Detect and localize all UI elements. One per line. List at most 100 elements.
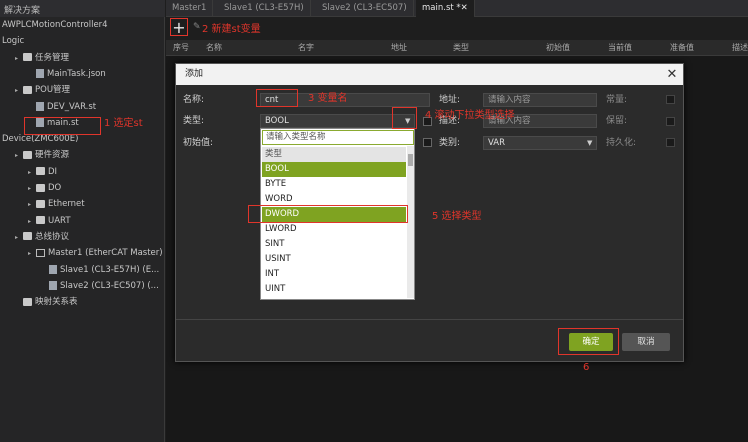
retain-label: 保留: <box>606 116 628 126</box>
category-checkbox[interactable] <box>423 138 432 147</box>
tree-item[interactable]: DEV_VAR.st <box>0 99 96 115</box>
tree-item-label: 总线协议 <box>35 231 70 242</box>
tree-item[interactable]: ▸ UART <box>0 213 71 229</box>
tree-item-label: UART <box>48 215 71 226</box>
tree-item-label: DI <box>48 166 58 177</box>
chevron-right-icon[interactable]: ▸ <box>28 165 36 181</box>
tree-item[interactable]: ▸ POU管理 <box>0 82 70 98</box>
chevron-right-icon[interactable]: ▸ <box>28 181 36 197</box>
annotation-5: 5 选择类型 <box>432 211 482 222</box>
dropdown-option-int[interactable]: INT <box>262 267 406 282</box>
tab-slave2[interactable]: Slave2 (CL3-EC507) <box>316 0 414 17</box>
folder-icon <box>23 85 32 94</box>
tree-item[interactable]: ▸ DO <box>0 180 61 196</box>
chevron-right-icon[interactable]: ▸ <box>15 148 23 164</box>
annotation-box-dropdown <box>392 107 417 129</box>
tree-item[interactable]: Slave1 (CL3-E57H) (E... <box>0 262 159 278</box>
dialog-divider <box>176 319 683 320</box>
folder-icon <box>23 53 32 62</box>
column-header: 地址 <box>391 43 407 52</box>
annotation-box-main-st <box>24 117 101 135</box>
folder-icon <box>36 167 45 176</box>
const-checkbox[interactable] <box>666 95 675 104</box>
variable-table-header: 序号 名称 名字 地址 类型 初始值 当前值 准备值 描述 <box>166 40 748 56</box>
column-header: 当前值 <box>608 43 632 52</box>
tree-item-label: Ethernet <box>48 199 85 210</box>
tree-item[interactable]: Slave2 (CL3-EC507) (... <box>0 278 159 294</box>
tree-item[interactable]: MainTask.json <box>0 66 106 82</box>
folder-icon <box>36 199 45 208</box>
dropdown-option-sint[interactable]: SINT <box>262 237 406 252</box>
tree-item-label: DO <box>48 183 62 193</box>
dropdown-option-usint[interactable]: USINT <box>262 252 406 267</box>
tree-item[interactable]: ▸ Master1 (EtherCAT Master) <box>0 245 163 261</box>
tree-item-label: AWPLCMotionController4 <box>2 20 108 30</box>
category-select[interactable]: VAR <box>483 136 597 150</box>
dropdown-option-bool[interactable]: BOOL <box>262 162 406 177</box>
tree-item[interactable]: 映射关系表 <box>0 294 78 310</box>
folder-icon <box>36 183 45 192</box>
scrollbar-thumb[interactable] <box>408 154 413 166</box>
tab-slave1[interactable]: Slave1 (CL3-E57H) <box>218 0 311 17</box>
tree-item[interactable]: ▸ 硬件资源 <box>0 147 69 163</box>
folder-icon <box>36 248 45 257</box>
tree-item-label: MainTask.json <box>47 68 106 79</box>
file-icon <box>49 264 57 274</box>
dropdown-option-lword[interactable]: LWORD <box>262 222 406 237</box>
editor-tabs: Master1 Slave1 (CL3-E57H) Slave2 (CL3-EC… <box>166 0 748 17</box>
chevron-right-icon[interactable]: ▸ <box>28 197 36 213</box>
tree-item-label: Device(ZMC600E) <box>2 134 79 145</box>
tree-item-label: DEV_VAR.st <box>47 101 97 112</box>
column-header: 名字 <box>298 43 314 52</box>
tree-item[interactable]: ▸ 总线协议 <box>0 229 69 245</box>
tree-item[interactable]: ▸ DI <box>0 164 57 180</box>
column-header: 初始值 <box>546 43 570 52</box>
tab-main-st[interactable]: main.st *✕ <box>416 0 475 17</box>
solution-explorer: 解决方案 AWPLCMotionController4 Logic ▸ 任务管理 Mai… <box>0 0 165 442</box>
tree-item[interactable]: ▸ 任务管理 <box>0 50 69 66</box>
annotation-3: 3 变量名 <box>308 93 348 104</box>
chevron-down-icon[interactable]: ▼ <box>587 136 597 150</box>
chevron-right-icon[interactable]: ▸ <box>28 214 36 230</box>
tree-item-label: POU管理 <box>35 85 71 96</box>
chevron-right-icon[interactable]: ▸ <box>15 51 23 67</box>
folder-icon <box>23 150 32 159</box>
tree-item[interactable]: ▸ Ethernet <box>0 196 85 212</box>
dialog-title: 添加 <box>176 64 683 85</box>
type-search-input[interactable]: 请输入类型名称 <box>262 130 414 145</box>
tab-master1[interactable]: Master1 <box>166 0 214 17</box>
address-input[interactable]: 请输入内容 <box>483 93 597 107</box>
chevron-right-icon[interactable]: ▸ <box>15 83 23 99</box>
tree-item-label: Slave2 (CL3-EC507) (... <box>60 280 159 291</box>
chevron-right-icon[interactable]: ▸ <box>28 246 36 262</box>
tree-item-label: 映射关系表 <box>35 297 78 308</box>
column-header: 名称 <box>206 43 222 52</box>
dropdown-option-byte[interactable]: BYTE <box>262 177 406 192</box>
tree-item-label: Master1 (EtherCAT Master) <box>48 248 163 259</box>
const-label: 常量: <box>606 95 628 105</box>
tree-item-label: Logic <box>2 36 25 47</box>
folder-icon <box>23 297 32 306</box>
dropdown-option-uint[interactable]: UINT <box>262 282 406 297</box>
tree-item[interactable]: Logic <box>0 33 24 49</box>
tree-item-label: 任务管理 <box>35 52 70 63</box>
persist-label: 持久化: <box>606 138 637 148</box>
tree-item[interactable]: AWPLCMotionController4 <box>0 17 108 33</box>
file-icon <box>36 101 44 111</box>
cancel-button[interactable]: 取消 <box>622 333 670 351</box>
column-header: 序号 <box>173 43 189 52</box>
annotation-box-name <box>256 89 298 107</box>
dropdown-scrollbar[interactable] <box>407 146 414 298</box>
tree-item-label: Slave1 (CL3-E57H) (E... <box>60 264 160 275</box>
column-header: 类型 <box>453 43 469 52</box>
type-label: 类型: <box>183 116 205 126</box>
tree-item-label: 硬件资源 <box>35 150 70 161</box>
retain-checkbox[interactable] <box>666 117 675 126</box>
solution-explorer-title: 解决方案 <box>0 0 165 17</box>
column-header: 准备值 <box>670 43 694 52</box>
name-label: 名称: <box>183 95 205 105</box>
add-variable-button[interactable]: + <box>170 18 188 36</box>
close-icon[interactable]: ✕ <box>665 64 679 85</box>
persist-checkbox[interactable] <box>666 138 675 147</box>
chevron-right-icon[interactable]: ▸ <box>15 230 23 246</box>
